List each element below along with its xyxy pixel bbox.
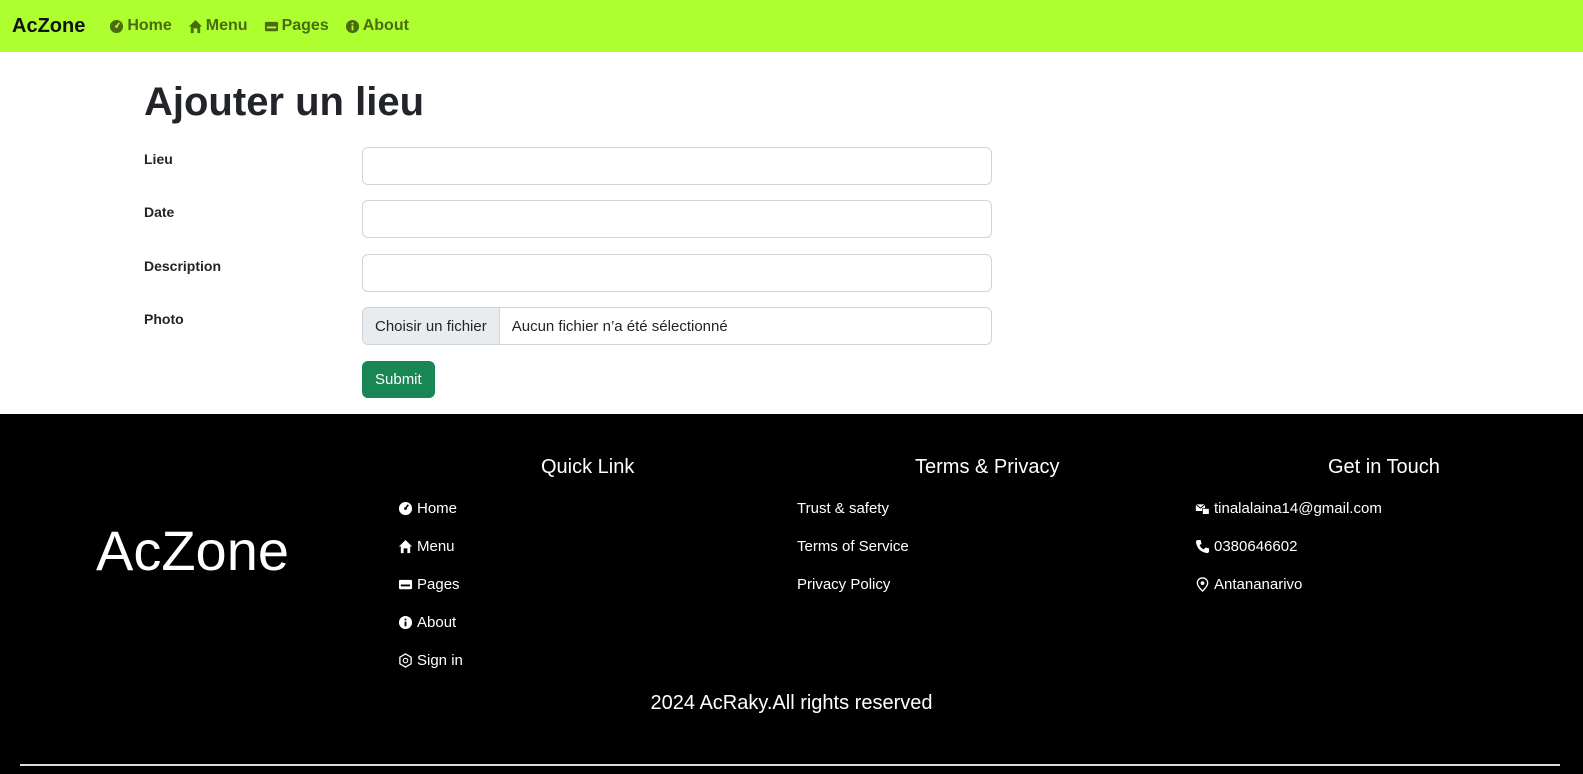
nav-link-home[interactable]: Home xyxy=(109,17,172,35)
info-icon xyxy=(398,615,413,630)
photo-file-input[interactable]: Choisir un fichier Aucun fichier n’a été… xyxy=(362,307,992,345)
house-icon xyxy=(188,19,202,33)
footer-link-trust[interactable]: Trust & safety xyxy=(797,500,889,517)
nav-link-pages[interactable]: Pages xyxy=(264,17,329,35)
footer-link-about-label: About xyxy=(417,614,457,631)
footer-link-terms[interactable]: Terms of Service xyxy=(797,538,909,555)
copyright-text: 2024 AcRaky.All rights reserved xyxy=(650,692,933,714)
quick-link-title: Quick Link xyxy=(541,456,635,478)
contact-email-label: tinalalaina14@gmail.com xyxy=(1214,500,1382,517)
info-icon xyxy=(345,19,359,33)
terms-title: Terms & Privacy xyxy=(915,456,1060,478)
form-row-description: Description xyxy=(144,254,1004,292)
navbar-brand[interactable]: AcZone xyxy=(12,15,85,38)
nav-link-about[interactable]: About xyxy=(345,17,409,35)
navbar: AcZone Home Menu Pages About xyxy=(0,0,1583,52)
location-icon xyxy=(1196,577,1209,592)
form-row-lieu: Lieu xyxy=(144,147,1004,185)
nav-link-menu-label: Menu xyxy=(205,17,248,34)
form-row-date: Date xyxy=(144,200,1004,238)
form-row-photo: Photo Choisir un fichier Aucun fichier n… xyxy=(144,307,1004,345)
nav-link-home-label: Home xyxy=(127,17,172,34)
contact-location-label: Antananarivo xyxy=(1214,576,1303,593)
dashboard-icon xyxy=(110,19,124,33)
footer-link-menu-label: Menu xyxy=(417,538,455,555)
contact-email[interactable]: tinalalaina14@gmail.com xyxy=(1195,500,1382,517)
description-input[interactable] xyxy=(362,254,992,292)
footer-link-home[interactable]: Home xyxy=(398,500,457,517)
footer-link-signin-label: Sign in xyxy=(417,652,463,669)
footer-brand: AcZone xyxy=(96,519,289,582)
mail-icon xyxy=(1195,503,1210,515)
contact-phone[interactable]: 0380646602 xyxy=(1195,538,1297,555)
date-input[interactable] xyxy=(362,200,992,238)
file-status-text: Aucun fichier n’a été sélectionné xyxy=(511,317,728,335)
footer-link-about[interactable]: About xyxy=(398,614,456,631)
lieu-label: Lieu xyxy=(144,151,173,167)
footer-link-home-label: Home xyxy=(417,500,458,517)
footer-link-menu[interactable]: Menu xyxy=(398,538,455,555)
photo-label: Photo xyxy=(144,311,184,327)
nav-link-menu[interactable]: Menu xyxy=(188,17,248,35)
choose-file-button[interactable]: Choisir un fichier xyxy=(363,308,500,344)
footer-link-pages[interactable]: Pages xyxy=(398,576,460,593)
submit-button[interactable]: Submit xyxy=(362,361,435,398)
footer-link-pages-label: Pages xyxy=(417,576,460,593)
description-label: Description xyxy=(144,258,222,274)
lieu-input[interactable] xyxy=(362,147,992,185)
house-icon xyxy=(398,539,413,554)
footer-link-privacy[interactable]: Privacy Policy xyxy=(797,576,890,593)
footer: AcZone Quick Link Home Menu Pages About … xyxy=(0,414,1583,774)
bottom-divider xyxy=(20,764,1560,766)
nav-link-about-label: About xyxy=(362,17,409,34)
nav-link-pages-label: Pages xyxy=(281,17,329,34)
page-title: Ajouter un lieu xyxy=(144,80,424,124)
date-label: Date xyxy=(144,204,175,220)
card-icon xyxy=(398,579,413,590)
dashboard-icon xyxy=(398,501,413,516)
sign-in-icon xyxy=(399,653,412,668)
contact-title: Get in Touch xyxy=(1328,456,1440,478)
footer-link-signin[interactable]: Sign in xyxy=(398,652,463,669)
card-icon xyxy=(264,21,278,31)
contact-location: Antananarivo xyxy=(1195,576,1302,593)
contact-phone-label: 0380646602 xyxy=(1214,538,1298,555)
phone-icon xyxy=(1195,539,1210,554)
